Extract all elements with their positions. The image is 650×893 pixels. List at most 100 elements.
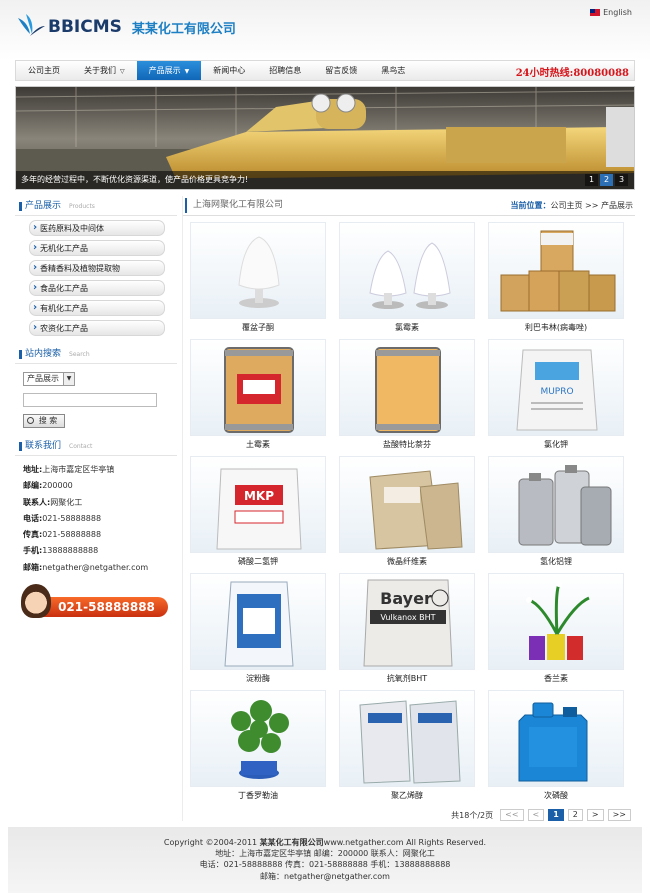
page-button[interactable]: 1 bbox=[548, 809, 564, 821]
next-page-button[interactable]: > bbox=[586, 809, 604, 821]
product-card[interactable]: 微晶纤维素 bbox=[339, 456, 475, 573]
category-item[interactable]: 无机化工产品 bbox=[29, 240, 165, 256]
breadcrumb: 当前位置：公司主页 >> 产品展示 bbox=[510, 201, 634, 210]
svg-text:Vulkanox BHT: Vulkanox BHT bbox=[380, 613, 435, 622]
logo[interactable]: BBICMS 某某化工有限公司 bbox=[16, 12, 236, 42]
page: BBICMS 某某化工有限公司 English 公司主页 关于我们 ▽ 产品展示 ▼… bbox=[0, 0, 650, 893]
product-name[interactable]: 淀粉酶 bbox=[190, 670, 326, 687]
blue-jerrycan-icon bbox=[518, 702, 588, 782]
product-image[interactable] bbox=[488, 222, 624, 319]
breadcrumb-path[interactable]: 公司主页 >> 产品展示 bbox=[551, 201, 634, 210]
product-card[interactable]: 氯霉素 bbox=[339, 222, 475, 339]
nav-item-jobs[interactable]: 招聘信息 bbox=[257, 61, 313, 80]
category-item[interactable]: 香精香料及植物提取物 bbox=[29, 260, 165, 276]
banner-dot[interactable]: 2 bbox=[600, 174, 613, 186]
product-name[interactable]: 微晶纤维素 bbox=[339, 553, 475, 570]
product-card[interactable]: 盐酸特比萘芬 bbox=[339, 339, 475, 456]
language-switch[interactable]: English bbox=[590, 8, 632, 17]
banner-dot[interactable]: 1 bbox=[585, 174, 598, 186]
uk-flag-icon bbox=[590, 9, 601, 16]
product-image[interactable] bbox=[339, 222, 475, 319]
banner-dot[interactable]: 3 bbox=[615, 174, 628, 186]
product-name[interactable]: 抗氧剂BHT bbox=[339, 670, 475, 687]
search-button[interactable]: 搜 索 bbox=[23, 414, 65, 428]
product-card[interactable]: Bayer Vulkanox BHT 抗氧剂BHT bbox=[339, 573, 475, 690]
product-name[interactable]: 盐酸特比萘芬 bbox=[339, 436, 475, 453]
product-image[interactable] bbox=[488, 573, 624, 670]
bag-mupro-icon: MUPRO bbox=[516, 349, 598, 431]
product-name[interactable]: 磷酸二氢钾 bbox=[190, 553, 326, 570]
search-icon bbox=[27, 417, 34, 424]
main-header: 上海网聚化工有限公司 当前位置：公司主页 >> 产品展示 bbox=[183, 196, 635, 216]
nav-item-blog[interactable]: 黑鸟志 bbox=[369, 61, 417, 80]
chevron-down-icon: ▽ bbox=[120, 68, 125, 75]
header: BBICMS 某某化工有限公司 English bbox=[0, 0, 650, 58]
product-image[interactable] bbox=[339, 339, 475, 436]
nav-item-news[interactable]: 新闻中心 bbox=[201, 61, 257, 80]
product-image[interactable] bbox=[190, 573, 326, 670]
product-name[interactable]: 丁香罗勒油 bbox=[190, 787, 326, 804]
nav-item-home[interactable]: 公司主页 bbox=[16, 61, 72, 80]
company-name: 某某化工有限公司 bbox=[131, 21, 236, 37]
product-image[interactable] bbox=[339, 690, 475, 787]
product-name[interactable]: 氯化钾 bbox=[488, 436, 624, 453]
product-name[interactable]: 覆盆子酮 bbox=[190, 319, 326, 336]
product-name[interactable]: 利巴韦林(病毒唑) bbox=[488, 319, 624, 336]
category-item[interactable]: 食品化工产品 bbox=[29, 280, 165, 296]
search-title: 站内搜索 Search bbox=[15, 344, 177, 364]
product-card[interactable]: 覆盆子酮 bbox=[190, 222, 326, 339]
page-button[interactable]: 2 bbox=[567, 809, 583, 821]
product-name[interactable]: 次磷酸 bbox=[488, 787, 624, 804]
product-name[interactable]: 氢化铝锂 bbox=[488, 553, 624, 570]
powder-pair-icon bbox=[369, 242, 451, 309]
product-card[interactable]: MKP 磷酸二氢钾 bbox=[190, 456, 326, 573]
product-card[interactable]: 丁香罗勒油 bbox=[190, 690, 326, 807]
product-card[interactable]: 利巴韦林(病毒唑) bbox=[488, 222, 624, 339]
product-card[interactable]: 次磷酸 bbox=[488, 690, 624, 807]
product-card[interactable]: 香兰素 bbox=[488, 573, 624, 690]
product-image[interactable] bbox=[488, 690, 624, 787]
search-scope-select[interactable]: 产品展示 ▼ bbox=[23, 372, 75, 386]
footer-phones: 电话：021-58888888 传真：021-58888888 手机：13888… bbox=[199, 860, 451, 870]
product-image[interactable]: MUPRO bbox=[488, 339, 624, 436]
product-card[interactable]: 聚乙烯醇 bbox=[339, 690, 475, 807]
product-card[interactable]: 氢化铝锂 bbox=[488, 456, 624, 573]
product-name[interactable]: 氯霉素 bbox=[339, 319, 475, 336]
product-card[interactable]: 土霉素 bbox=[190, 339, 326, 456]
nav-item-products[interactable]: 产品展示 ▼ bbox=[136, 61, 202, 80]
nav-item-about[interactable]: 关于我们 ▽ bbox=[72, 61, 137, 80]
category-item[interactable]: 医药原料及中间体 bbox=[29, 220, 165, 236]
logo-bird-icon bbox=[18, 14, 45, 36]
copyright: Copyright ©2004-2011 某某化工有限公司www.netgath… bbox=[163, 838, 487, 847]
product-image[interactable] bbox=[339, 456, 475, 553]
category-item[interactable]: 农资化工产品 bbox=[29, 320, 165, 336]
caret-down-icon: ▼ bbox=[184, 68, 190, 75]
last-page-button[interactable]: >> bbox=[607, 809, 631, 821]
product-card[interactable]: 淀粉酶 bbox=[190, 573, 326, 690]
search-box: 产品展示 ▼ 搜 索 bbox=[15, 364, 177, 432]
product-image[interactable]: MKP bbox=[190, 456, 326, 553]
product-image[interactable] bbox=[190, 339, 326, 436]
search-input[interactable] bbox=[23, 393, 157, 407]
banner[interactable]: 多年的经营过程中，不断优化资源渠道，使产品价格更具竞争力! 1 2 3 bbox=[15, 86, 635, 190]
product-image[interactable] bbox=[190, 222, 326, 319]
product-image[interactable] bbox=[488, 456, 624, 553]
steel-cans-icon bbox=[518, 465, 612, 546]
product-name[interactable]: 聚乙烯醇 bbox=[339, 787, 475, 804]
contact-row: 电话:021-58888888 bbox=[23, 513, 102, 523]
contact-row: 地址:上海市嘉定区华亭镇 bbox=[23, 465, 115, 474]
first-page-button[interactable]: << bbox=[500, 809, 524, 821]
contact-row: 传真:021-58888888 bbox=[23, 530, 102, 540]
nav-item-feedback[interactable]: 留言反馈 bbox=[313, 61, 369, 80]
pagination-total: 共18个/2页 bbox=[451, 810, 494, 820]
hotline-banner[interactable]: 021-58888888 bbox=[15, 583, 170, 621]
prev-page-button[interactable]: < bbox=[527, 809, 545, 821]
category-item[interactable]: 有机化工产品 bbox=[29, 300, 165, 316]
product-image[interactable] bbox=[190, 690, 326, 787]
hotline: 24小时热线:80080088 bbox=[515, 68, 629, 79]
product-name[interactable]: 土霉素 bbox=[190, 436, 326, 453]
product-card[interactable]: MUPRO 氯化钾 bbox=[488, 339, 624, 456]
sidebar: 产品展示Products 医药原料及中间体 无机化工产品 香精香料及植物提取物 … bbox=[15, 196, 177, 821]
product-image[interactable]: Bayer Vulkanox BHT bbox=[339, 573, 475, 670]
product-name[interactable]: 香兰素 bbox=[488, 670, 624, 687]
